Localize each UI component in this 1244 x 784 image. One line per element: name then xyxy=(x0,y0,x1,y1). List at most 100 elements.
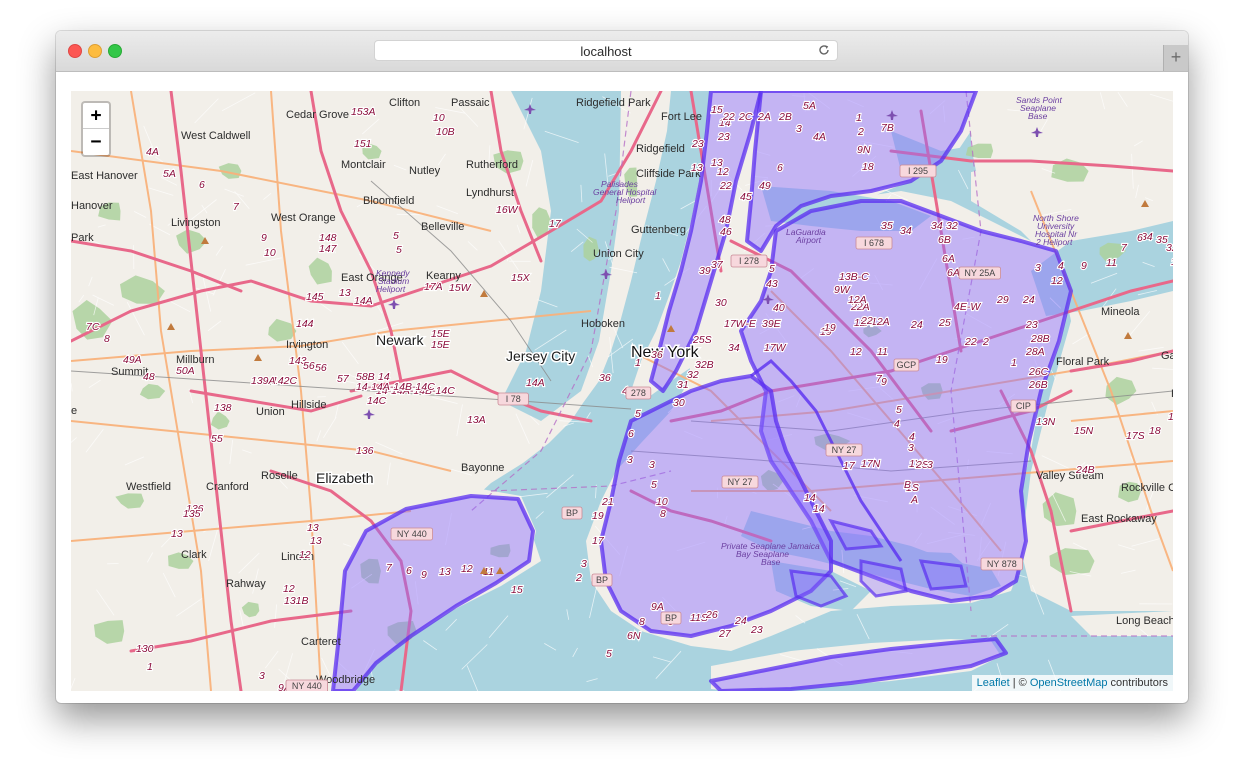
place-label: Garden Ci xyxy=(1161,350,1173,362)
route-number-label: 4 xyxy=(1058,260,1064,272)
place-label: Rutherford xyxy=(466,159,518,171)
attribution-contributors: contributors xyxy=(1107,677,1168,689)
road-shield-label: I 278 xyxy=(739,256,759,266)
route-number-label: 3 xyxy=(649,459,655,471)
route-number-label: 23 xyxy=(717,131,730,143)
route-number-label: 5 xyxy=(651,479,657,491)
route-number-label: 5A xyxy=(803,100,816,112)
poi-label: Airport xyxy=(795,235,822,245)
place-label: Hoboken xyxy=(581,318,625,330)
route-number-label: 5 xyxy=(635,408,641,420)
new-tab-button[interactable]: + xyxy=(1163,45,1188,71)
zoom-out-button[interactable]: − xyxy=(83,129,109,155)
route-number-label: 153A xyxy=(351,106,376,118)
route-number-label: 7B xyxy=(881,122,894,134)
route-number-label: 28A xyxy=(1025,346,1045,358)
route-number-label: 24B xyxy=(1075,464,1095,476)
place-label: Roselle xyxy=(261,470,298,482)
route-number-label: 43 xyxy=(766,278,778,290)
route-number-label: 27 xyxy=(718,628,732,640)
route-number-label: 34 xyxy=(728,342,740,354)
maximize-window-button[interactable] xyxy=(108,44,122,58)
place-label: East Rockaway xyxy=(1081,513,1157,525)
route-number-label: 48 xyxy=(719,214,731,226)
openstreetmap-link[interactable]: OpenStreetMap xyxy=(1030,677,1108,689)
route-number-label: 12A xyxy=(871,316,890,328)
route-number-label: 13 xyxy=(171,528,183,540)
place-label: Park xyxy=(71,232,94,244)
route-number-label: 12 xyxy=(1051,275,1063,287)
place-label: e xyxy=(71,405,77,417)
route-number-label: 7C xyxy=(86,321,100,333)
route-number-label: 11 xyxy=(877,346,888,358)
place-label: Bayonne xyxy=(461,462,504,474)
route-number-label: 24 xyxy=(1022,294,1035,306)
route-number-label: 13 xyxy=(1171,256,1173,268)
map-canvas[interactable]: Clifton Passaic Ridgefield Park Fort Lee Ced… xyxy=(71,91,1173,691)
route-number-label: 3 xyxy=(927,459,933,471)
place-label: West Orange xyxy=(271,212,336,224)
zoom-in-button[interactable]: + xyxy=(83,103,109,129)
route-number-label: 15 xyxy=(711,104,723,116)
address-bar[interactable]: localhost xyxy=(374,40,838,61)
route-number-label: 56 xyxy=(315,362,327,374)
route-number-label: 6A xyxy=(942,253,955,265)
place-label: Floral Park xyxy=(1056,356,1110,368)
address-text: localhost xyxy=(580,44,632,59)
route-number-label: 31 xyxy=(677,379,689,391)
route-number-label: 39E xyxy=(762,318,782,330)
close-window-button[interactable] xyxy=(68,44,82,58)
route-number-label: 15 xyxy=(511,584,523,596)
route-number-label: 13 xyxy=(307,522,319,534)
minimize-window-button[interactable] xyxy=(88,44,102,58)
road-shield-label: I 295 xyxy=(908,166,928,176)
route-number-label: 17N xyxy=(861,458,881,470)
route-number-label: 17A xyxy=(424,281,443,293)
route-number-label: 15W xyxy=(449,282,472,294)
route-number-label: 28B xyxy=(1030,333,1050,345)
route-number-label: 13 xyxy=(691,162,703,174)
route-number-label: 22 xyxy=(722,111,735,123)
route-number-label: 2A xyxy=(757,111,771,123)
route-number-label: 32 xyxy=(1166,242,1173,254)
reload-icon[interactable] xyxy=(817,43,831,57)
route-number-label: 49A xyxy=(123,354,142,366)
map-viewport[interactable]: Clifton Passaic Ridgefield Park Fort Lee Ced… xyxy=(71,91,1173,691)
road-shield-label: NY 27 xyxy=(832,445,857,455)
route-number-label: 24 xyxy=(910,319,923,331)
place-label: Rockville Cen xyxy=(1121,482,1173,494)
route-number-label: 22 xyxy=(964,336,977,348)
route-number-label: 24 xyxy=(734,615,747,627)
route-number-label: 9 xyxy=(881,376,887,388)
route-number-label: 23 xyxy=(1025,319,1038,331)
route-number-label: 13A xyxy=(467,414,486,426)
title-bar: localhost + xyxy=(56,31,1188,72)
route-number-label: 13 xyxy=(310,535,322,547)
route-number-label: 1 xyxy=(635,357,641,369)
route-number-label: 14C xyxy=(367,395,387,407)
route-number-label: 17 xyxy=(843,460,856,472)
place-label: Cedar Grove xyxy=(286,109,349,121)
route-number-label: 13 xyxy=(439,566,451,578)
place-label: Belleville xyxy=(421,221,464,233)
route-number-label: 136 xyxy=(356,445,374,457)
route-number-label: 19 xyxy=(592,510,604,522)
route-number-label: 10 xyxy=(264,247,276,259)
route-number-label: 6 xyxy=(406,565,412,577)
browser-window: localhost + Clifton Passaic Ridgefield Par… xyxy=(56,31,1188,703)
route-number-label: 50A xyxy=(176,365,195,377)
road-shield-label: BP xyxy=(665,613,677,623)
place-label: Guttenberg xyxy=(631,224,686,236)
route-number-label: 34 xyxy=(900,225,912,237)
route-number-label: 14A xyxy=(354,295,373,307)
route-number-label: 56 xyxy=(303,360,315,372)
route-number-label: 55 xyxy=(211,433,223,445)
route-number-label: 2 xyxy=(575,572,582,584)
place-label: Union City xyxy=(593,248,644,260)
route-number-label: 16W xyxy=(496,204,519,216)
place-label: Ridgefield Park xyxy=(576,97,651,109)
route-number-label: 23 xyxy=(691,138,704,150)
route-number-label: 17S xyxy=(1126,430,1145,442)
leaflet-link[interactable]: Leaflet xyxy=(977,677,1010,689)
place-label: Fort Lee xyxy=(661,111,702,123)
